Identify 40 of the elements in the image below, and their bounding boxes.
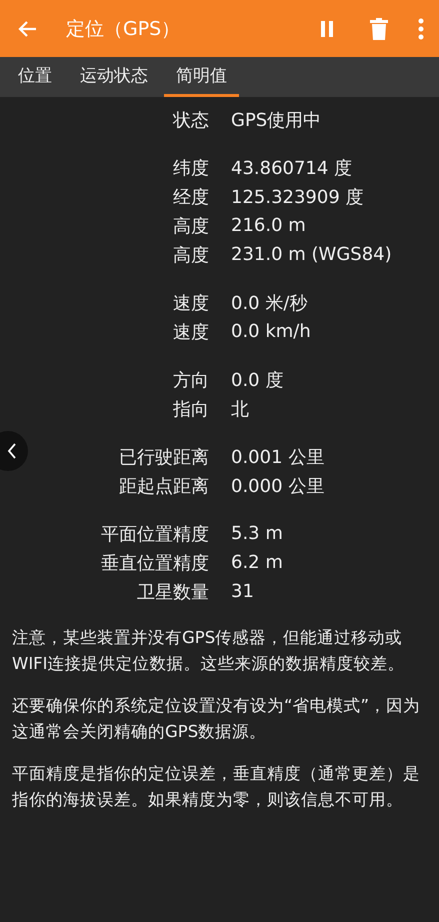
field-label: 高度 xyxy=(173,244,209,266)
field-label: 速度 xyxy=(173,292,209,314)
field-label: 垂直位置精度 xyxy=(101,552,209,574)
pause-icon xyxy=(319,20,335,38)
note-paragraph: 还要确保你的系统定位设置没有设为“省电模式”，因为这通常会关闭精确的GPS数据源。 xyxy=(12,695,422,743)
field-value: 0.0 米/秒 xyxy=(231,292,308,314)
field-value: 125.323909 度 xyxy=(231,186,364,208)
field-label: 方向 xyxy=(173,368,209,392)
chevron-left-icon xyxy=(7,443,17,459)
field-value: 216.0 m xyxy=(231,215,306,236)
note-paragraph: 平面精度是指你的定位误差，垂直精度（通常更差）是指你的海拔误差。如果精度为零，则该信息不可用。 xyxy=(12,763,421,811)
field-label: 平面位置精度 xyxy=(101,522,209,546)
field-value: 0.0 度 xyxy=(231,368,284,392)
field-value: GPS使用中 xyxy=(231,108,322,132)
field-value: 0.0 km/h xyxy=(231,321,311,342)
screen-title: 定位（GPS） xyxy=(66,16,182,42)
field-label: 纬度 xyxy=(173,156,209,180)
side-handle-button[interactable] xyxy=(0,431,28,471)
field-label: 指向 xyxy=(173,398,209,420)
tab[interactable]: 运动状态 xyxy=(68,57,160,97)
field-value: 0.000 公里 xyxy=(231,474,324,498)
tab[interactable]: 位置 xyxy=(6,57,64,97)
field-value: 31 xyxy=(231,581,254,602)
field-value: 43.860714 度 xyxy=(231,156,352,180)
note-paragraph: 注意，某些装置并没有GPS传感器，但能通过移动或WIFI连接提供定位数据。这些来源的数据精度较差。 xyxy=(12,627,406,675)
field-value: 6.2 m xyxy=(231,552,283,573)
field-label: 已行驶距离 xyxy=(119,446,209,468)
tab[interactable]: 简明值 xyxy=(164,57,239,97)
field-label: 高度 xyxy=(173,214,209,238)
field-value: 北 xyxy=(231,398,249,420)
field-value: 5.3 m xyxy=(231,523,283,544)
more-icon xyxy=(418,18,424,40)
field-value: 0.001 公里 xyxy=(231,446,324,468)
field-label: 状态 xyxy=(173,108,209,132)
field-label: 卫星数量 xyxy=(137,580,209,604)
field-label: 速度 xyxy=(173,320,209,344)
field-label: 距起点距离 xyxy=(119,474,209,498)
field-label: 经度 xyxy=(173,186,209,208)
trash-icon xyxy=(370,18,388,40)
field-value: 231.0 m (WGS84) xyxy=(231,244,392,265)
